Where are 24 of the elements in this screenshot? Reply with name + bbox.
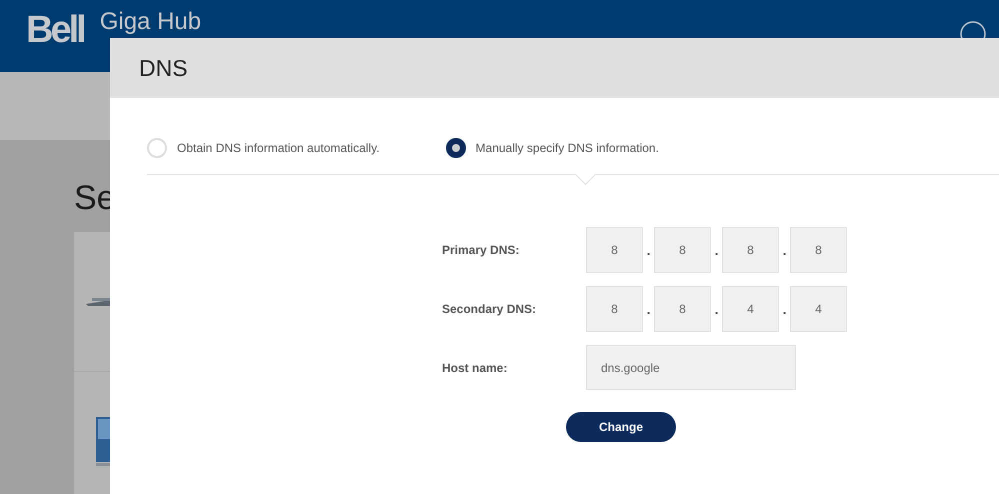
product-name: Giga Hub — [100, 8, 202, 36]
separator: . — [782, 302, 788, 316]
field-label: Host name: — [442, 360, 508, 374]
input-field[interactable]: 8 — [586, 286, 643, 332]
separator: . — [714, 242, 720, 258]
separator: . — [782, 242, 788, 258]
separator: . — [646, 302, 652, 316]
input-field[interactable]: dns.google — [586, 345, 796, 390]
input-field[interactable]: 4 — [722, 286, 779, 332]
field-label: Secondary DNS: — [442, 302, 538, 316]
field-label: Primary DNS: — [442, 243, 520, 257]
separator: . — [646, 242, 652, 258]
input-field[interactable]: 8 — [722, 227, 779, 273]
input-field[interactable]: 8 — [790, 227, 847, 273]
logo[interactable]: Bell — [26, 10, 84, 50]
input-field[interactable]: 4 — [790, 286, 847, 332]
radio-option[interactable]: Manually specify DNS information. — [446, 136, 659, 160]
separator: . — [714, 302, 720, 316]
dialog-title: DNS — [139, 54, 188, 82]
change-button[interactable]: Change — [566, 412, 676, 442]
input-field[interactable]: 8 — [654, 227, 711, 273]
radio-option[interactable]: Obtain DNS information automatically. — [147, 136, 380, 160]
input-field[interactable]: 8 — [586, 227, 643, 273]
input-field[interactable]: 8 — [654, 286, 711, 332]
